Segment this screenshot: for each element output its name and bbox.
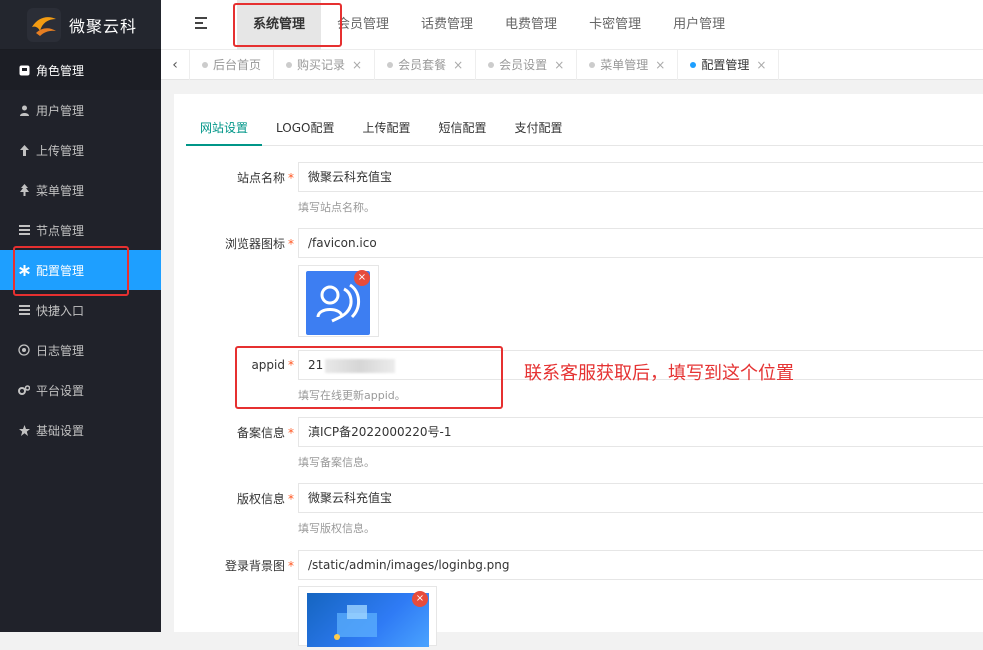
config-subtabs: 网站设置 LOGO配置 上传配置 短信配置 支付配置 <box>186 116 983 146</box>
favicon-label: 浏览器图标 * <box>214 235 294 252</box>
topnav-item-phone-bill[interactable]: 话费管理 <box>405 0 489 50</box>
tab-dot <box>589 61 596 68</box>
label-text: 版权信息 <box>236 492 285 506</box>
sidebar-item-label: 平台设置 <box>36 383 85 398</box>
site-name-input[interactable]: 微聚云科充值宝 <box>298 162 983 192</box>
tab-label: 会员设置 <box>499 58 548 72</box>
tab-member-packages[interactable]: 会员套餐 × <box>375 49 477 80</box>
close-icon[interactable]: × <box>453 58 463 72</box>
page-tabs: ‹ 后台首页 购买记录 × 会员套餐 × 会员设置 × 菜单管理 × 配置管理 × <box>161 49 983 80</box>
topnav-item-users[interactable]: 用户管理 <box>657 0 741 50</box>
highlight-box-topnav <box>233 3 342 47</box>
tab-home[interactable]: 后台首页 <box>190 49 275 80</box>
sidebar-item-upload[interactable]: 上传管理 <box>0 130 161 170</box>
sidebar-item-users[interactable]: 用户管理 <box>0 90 161 130</box>
gears-icon <box>17 383 31 397</box>
menu-toggle-icon[interactable] <box>195 17 209 31</box>
site-name-hint: 填写站点名称。 <box>298 201 375 214</box>
label-text: 站点名称 <box>236 171 285 185</box>
required-mark: * <box>288 559 294 573</box>
icp-hint: 填写备案信息。 <box>298 456 375 469</box>
sidebar-item-label: 基础设置 <box>36 423 85 438</box>
sidebar: 微聚云科 角色管理 用户管理 上传管理 菜单管理 节点管理 配置管理 快捷入口 … <box>0 0 161 632</box>
subtab-website[interactable]: 网站设置 <box>186 116 263 146</box>
list-icon <box>17 223 31 237</box>
role-icon <box>17 63 31 77</box>
sidebar-item-label: 菜单管理 <box>36 183 85 198</box>
favicon-input[interactable]: /favicon.ico <box>298 228 983 258</box>
subtab-sms[interactable]: 短信配置 <box>424 116 500 145</box>
topnav-item-electric-bill[interactable]: 电费管理 <box>489 0 573 50</box>
tab-label: 后台首页 <box>213 58 262 72</box>
tab-label: 菜单管理 <box>600 58 649 72</box>
sidebar-item-platform[interactable]: 平台设置 <box>0 370 161 410</box>
copyright-label: 版权信息 * <box>214 490 294 507</box>
tabs-prev-icon[interactable]: ‹ <box>161 49 190 80</box>
required-mark: * <box>288 492 294 506</box>
subtab-logo[interactable]: LOGO配置 <box>262 116 348 145</box>
upload-arrow-icon <box>17 143 31 157</box>
login-bg-input[interactable]: /static/admin/images/loginbg.png <box>298 550 983 580</box>
login-bg-label: 登录背景图 * <box>214 557 294 574</box>
tab-dot <box>387 61 394 68</box>
subtab-upload[interactable]: 上传配置 <box>348 116 424 145</box>
sidebar-item-logs[interactable]: 日志管理 <box>0 330 161 370</box>
delete-image-icon[interactable]: × <box>412 591 428 607</box>
sidebar-item-label: 快捷入口 <box>36 303 85 318</box>
sidebar-item-nodes[interactable]: 节点管理 <box>0 210 161 250</box>
tab-config-management[interactable]: 配置管理 × <box>678 49 780 80</box>
tab-dot <box>202 61 208 68</box>
copyright-input[interactable]: 微聚云科充值宝 <box>298 483 983 513</box>
login-bg-image <box>307 593 429 647</box>
sidebar-item-label: 角色管理 <box>36 63 85 78</box>
sidebar-item-role[interactable]: 角色管理 <box>0 50 161 90</box>
label-text: 备案信息 <box>236 426 285 440</box>
star-icon <box>17 423 31 437</box>
sidebar-item-menu[interactable]: 菜单管理 <box>0 170 161 210</box>
tab-dot <box>488 61 495 68</box>
icp-label: 备案信息 * <box>214 424 294 441</box>
login-bg-preview[interactable]: × <box>298 586 437 647</box>
list-icon <box>17 303 31 317</box>
tab-dot <box>690 61 697 68</box>
sidebar-item-shortcuts[interactable]: 快捷入口 <box>0 290 161 330</box>
tree-icon <box>17 183 31 197</box>
delete-image-icon[interactable]: × <box>354 270 370 286</box>
label-text: 登录背景图 <box>224 559 285 573</box>
icp-input[interactable]: 滇ICP备2022000220号-1 <box>298 417 983 447</box>
close-icon[interactable]: × <box>756 58 766 72</box>
close-icon[interactable]: × <box>655 58 665 72</box>
logo[interactable]: 微聚云科 <box>0 0 161 50</box>
tab-dot <box>286 61 293 68</box>
required-mark: * <box>288 426 294 440</box>
site-name-label: 站点名称 * <box>214 169 294 186</box>
logo-text: 微聚云科 <box>69 16 138 36</box>
label-text: 浏览器图标 <box>224 237 285 251</box>
tab-menu-management[interactable]: 菜单管理 × <box>577 49 679 80</box>
required-mark: * <box>288 237 294 251</box>
close-icon[interactable]: × <box>554 58 564 72</box>
sidebar-item-label: 日志管理 <box>36 343 85 358</box>
subtab-payment[interactable]: 支付配置 <box>501 116 577 145</box>
highlight-box-sidebar <box>13 246 129 296</box>
copyright-hint: 填写版权信息。 <box>298 522 375 535</box>
favicon-preview[interactable]: × <box>298 265 379 337</box>
required-mark: * <box>288 171 294 185</box>
logo-icon <box>27 7 61 42</box>
user-icon <box>17 103 31 117</box>
sidebar-item-label: 上传管理 <box>36 143 85 158</box>
sidebar-item-basic[interactable]: 基础设置 <box>0 410 161 450</box>
tab-purchase-records[interactable]: 购买记录 × <box>274 49 376 80</box>
close-icon[interactable]: × <box>352 58 362 72</box>
highlight-box-appid <box>235 346 503 409</box>
log-icon <box>17 343 31 357</box>
sidebar-item-label: 用户管理 <box>36 103 85 118</box>
sidebar-item-label: 节点管理 <box>36 223 85 238</box>
annotation-text: 联系客服获取后，填写到这个位置 <box>524 363 794 384</box>
tab-member-settings[interactable]: 会员设置 × <box>476 49 578 80</box>
topnav-item-card-codes[interactable]: 卡密管理 <box>573 0 657 50</box>
tab-label: 配置管理 <box>701 58 750 72</box>
tab-label: 购买记录 <box>297 58 346 72</box>
tab-label: 会员套餐 <box>398 58 447 72</box>
